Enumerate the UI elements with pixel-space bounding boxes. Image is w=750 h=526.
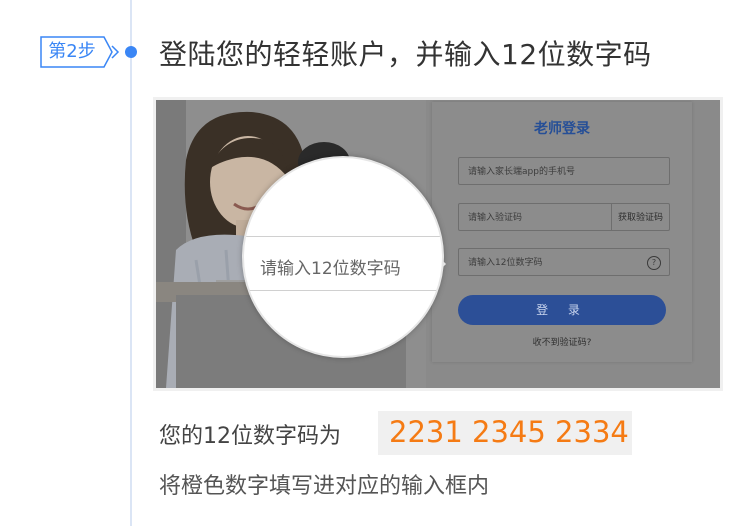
magnifier-divider-bottom (244, 290, 442, 291)
magnifier-text: 请输入12位数字码 (260, 259, 401, 279)
phone-placeholder: 请输入家长端app的手机号 (468, 167, 575, 177)
timeline-line (130, 0, 132, 526)
get-code-button[interactable]: 获取验证码 (610, 204, 669, 230)
login-card: 老师登录 请输入家长端app的手机号 请输入验证码 获取验证码 请输入12位数字… (432, 102, 692, 362)
help-icon[interactable]: ? (647, 256, 661, 270)
login-button[interactable]: 登 录 (458, 295, 666, 325)
timeline-dot (125, 46, 137, 58)
no-code-link[interactable]: 收不到验证码? (432, 335, 692, 348)
login-title: 老师登录 (534, 121, 590, 137)
code-value: 2231 2345 2334 (389, 415, 629, 449)
phone-input[interactable]: 请输入家长端app的手机号 (458, 157, 670, 185)
magnifier-callout: 请输入12位数字码 (242, 156, 444, 358)
magnifier-divider-top (244, 236, 442, 237)
step-title: 登陆您的轻轻账户，并输入12位数字码 (159, 38, 652, 71)
code12-placeholder: 请输入12位数字码 (468, 258, 543, 268)
step-badge-label: 第2步 (48, 41, 96, 62)
code12-input[interactable]: 请输入12位数字码 ? (458, 248, 670, 276)
step-badge: 第2步 (40, 36, 120, 68)
hint-text: 将橙色数字填写进对应的输入框内 (159, 474, 490, 499)
verify-code-input[interactable]: 请输入验证码 获取验证码 (458, 203, 670, 231)
code-label: 您的12位数字码为 (159, 424, 341, 449)
verify-code-placeholder: 请输入验证码 (468, 213, 523, 223)
